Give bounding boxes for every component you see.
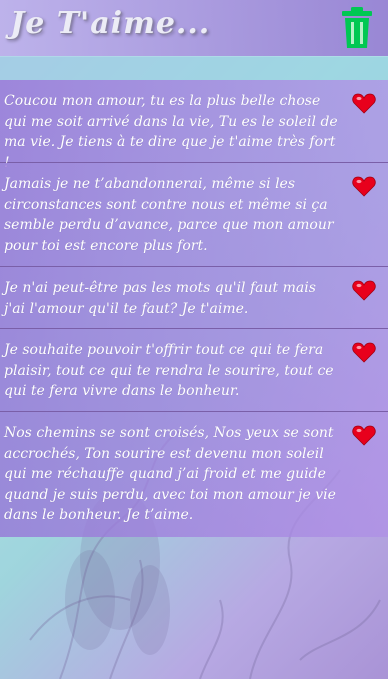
message-text: Jamais je ne t’abandonnerai, même si les… bbox=[4, 176, 334, 254]
app-header: Je T'aime... bbox=[0, 0, 388, 56]
delete-button[interactable] bbox=[340, 6, 374, 50]
message-list: Coucou mon amour, tu es la plus belle ch… bbox=[0, 80, 388, 537]
message-text: Coucou mon amour, tu es la plus belle ch… bbox=[4, 93, 338, 171]
heart-icon[interactable] bbox=[352, 424, 376, 446]
message-text: Je souhaite pouvoir t'offrir tout ce qui… bbox=[4, 342, 334, 399]
message-text: Nos chemins se sont croisés, Nos yeux se… bbox=[4, 425, 336, 523]
heart-icon[interactable] bbox=[352, 92, 376, 114]
heart-icon[interactable] bbox=[352, 175, 376, 197]
header-strip bbox=[0, 56, 388, 80]
heart-icon[interactable] bbox=[352, 341, 376, 363]
message-text: Je n'ai peut-être pas les mots qu'il fau… bbox=[4, 280, 316, 317]
message-item[interactable]: Je souhaite pouvoir t'offrir tout ce qui… bbox=[0, 329, 388, 412]
message-item[interactable]: Jamais je ne t’abandonnerai, même si les… bbox=[0, 163, 388, 267]
message-item[interactable]: Nos chemins se sont croisés, Nos yeux se… bbox=[0, 412, 388, 537]
heart-icon[interactable] bbox=[352, 279, 376, 301]
message-item[interactable]: Coucou mon amour, tu es la plus belle ch… bbox=[0, 80, 388, 171]
trash-icon bbox=[342, 7, 372, 48]
message-item[interactable]: Je n'ai peut-être pas les mots qu'il fau… bbox=[0, 267, 388, 329]
app-title: Je T'aime... bbox=[10, 6, 211, 41]
